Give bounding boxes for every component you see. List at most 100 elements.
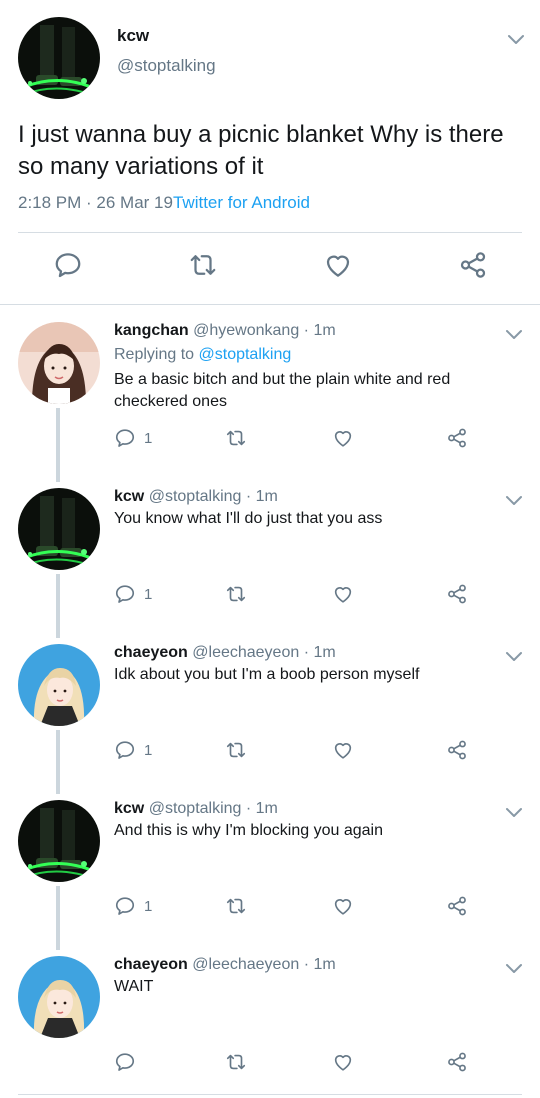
heart-icon (323, 250, 353, 280)
reply-button[interactable] (53, 250, 83, 280)
avatar[interactable] (18, 488, 100, 570)
share-icon (458, 250, 488, 280)
reply-text: Be a basic bitch and but the plain white… (114, 371, 451, 410)
retweet-icon (225, 895, 247, 917)
retweet-icon (225, 739, 247, 761)
reply-text: You know what I'll do just that you ass (114, 510, 383, 527)
avatar[interactable] (18, 800, 100, 882)
reply-header: kangchan @hyewonkang · 1m (114, 322, 336, 340)
tweet-timestamp: 2:18 PM · 26 Mar 19 (18, 193, 173, 212)
reply-button[interactable] (114, 1051, 164, 1075)
display-name[interactable]: kcw (117, 26, 149, 46)
chevron-down-icon[interactable] (504, 328, 524, 342)
handle-time: @leechaeyeon · 1m (192, 956, 336, 973)
reply-icon (114, 739, 136, 761)
tweet-text: I just wanna buy a picnic blanket Why is… (18, 121, 504, 180)
share-button[interactable] (446, 739, 468, 763)
reply-tweet[interactable]: kcw @stoptalking · 1m And this is why I'… (0, 800, 540, 950)
handle[interactable]: @stoptalking (117, 56, 216, 76)
divider (0, 304, 540, 305)
share-icon (446, 1051, 468, 1073)
reply-header: chaeyeon @leechaeyeon · 1m (114, 956, 336, 974)
reply-text: WAIT (114, 978, 154, 995)
reply-count: 1 (144, 898, 153, 915)
reply-icon (114, 583, 136, 605)
reply-tweet[interactable]: kcw @stoptalking · 1m You know what I'll… (0, 488, 540, 638)
divider (18, 232, 522, 233)
chevron-down-icon[interactable] (504, 650, 524, 664)
retweet-button[interactable] (225, 895, 247, 919)
retweet-button[interactable] (188, 250, 218, 280)
reply-tweet[interactable]: kangchan @hyewonkang · 1m Replying to @s… (0, 322, 540, 482)
share-button[interactable] (446, 1051, 468, 1075)
display-name[interactable]: kcw (114, 800, 144, 817)
display-name[interactable]: kangchan (114, 322, 189, 339)
reply-header: chaeyeon @leechaeyeon · 1m (114, 644, 336, 662)
reply-button[interactable]: 1 (114, 739, 164, 763)
chevron-down-icon[interactable] (504, 494, 524, 508)
chevron-down-icon[interactable] (504, 962, 524, 976)
reply-icon (114, 895, 136, 917)
share-button[interactable] (458, 250, 488, 280)
tweet-source-link[interactable]: Twitter for Android (173, 193, 310, 212)
handle-time: @leechaeyeon · 1m (192, 644, 336, 661)
main-tweet: kcw @stoptalking I just wanna buy a picn… (0, 0, 540, 305)
heart-icon (332, 1051, 354, 1073)
share-icon (446, 895, 468, 917)
avatar[interactable] (18, 956, 100, 1038)
handle-time: @stoptalking · 1m (148, 488, 278, 505)
reply-text: And this is why I'm blocking you again (114, 822, 383, 839)
thread-line (56, 886, 60, 950)
avatar[interactable] (18, 17, 100, 99)
share-button[interactable] (446, 895, 468, 919)
reply-button[interactable]: 1 (114, 895, 164, 919)
avatar[interactable] (18, 322, 100, 404)
like-button[interactable] (332, 583, 354, 607)
reply-icon (114, 1051, 136, 1073)
retweet-button[interactable] (225, 739, 247, 763)
reply-tweet[interactable]: chaeyeon @leechaeyeon · 1m WAIT (0, 956, 540, 1086)
avatar[interactable] (18, 644, 100, 726)
retweet-icon (188, 250, 218, 280)
retweet-button[interactable] (225, 583, 247, 607)
retweet-button[interactable] (225, 427, 247, 451)
like-button[interactable] (323, 250, 353, 280)
thread-line (56, 730, 60, 794)
reply-button[interactable]: 1 (114, 427, 164, 451)
thread-line (56, 574, 60, 638)
reply-count: 1 (144, 586, 153, 603)
chevron-down-icon[interactable] (506, 33, 526, 47)
like-button[interactable] (332, 427, 354, 451)
share-button[interactable] (446, 427, 468, 451)
share-icon (446, 583, 468, 605)
like-button[interactable] (332, 1051, 354, 1075)
reply-header: kcw @stoptalking · 1m (114, 488, 278, 506)
share-button[interactable] (446, 583, 468, 607)
reply-count: 1 (144, 430, 153, 447)
chevron-down-icon[interactable] (504, 806, 524, 820)
reply-count: 1 (144, 742, 153, 759)
retweet-button[interactable] (225, 1051, 247, 1075)
retweet-icon (225, 1051, 247, 1073)
handle-time: @hyewonkang · 1m (193, 322, 336, 339)
like-button[interactable] (332, 739, 354, 763)
share-icon (446, 427, 468, 449)
reply-tweet[interactable]: chaeyeon @leechaeyeon · 1m Idk about you… (0, 644, 540, 794)
replying-to: Replying to @stoptalking (114, 346, 291, 364)
reply-button[interactable]: 1 (114, 583, 164, 607)
reply-header: kcw @stoptalking · 1m (114, 800, 278, 818)
heart-icon (332, 583, 354, 605)
handle-time: @stoptalking · 1m (148, 800, 278, 817)
replying-to-link[interactable]: @stoptalking (199, 346, 292, 363)
thread-line (56, 408, 60, 482)
display-name[interactable]: chaeyeon (114, 644, 188, 661)
heart-icon (332, 427, 354, 449)
replying-to-label: Replying to (114, 346, 199, 363)
reply-icon (53, 250, 83, 280)
retweet-icon (225, 427, 247, 449)
tweet-actions (0, 250, 540, 286)
display-name[interactable]: chaeyeon (114, 956, 188, 973)
display-name[interactable]: kcw (114, 488, 144, 505)
like-button[interactable] (332, 895, 354, 919)
heart-icon (332, 895, 354, 917)
